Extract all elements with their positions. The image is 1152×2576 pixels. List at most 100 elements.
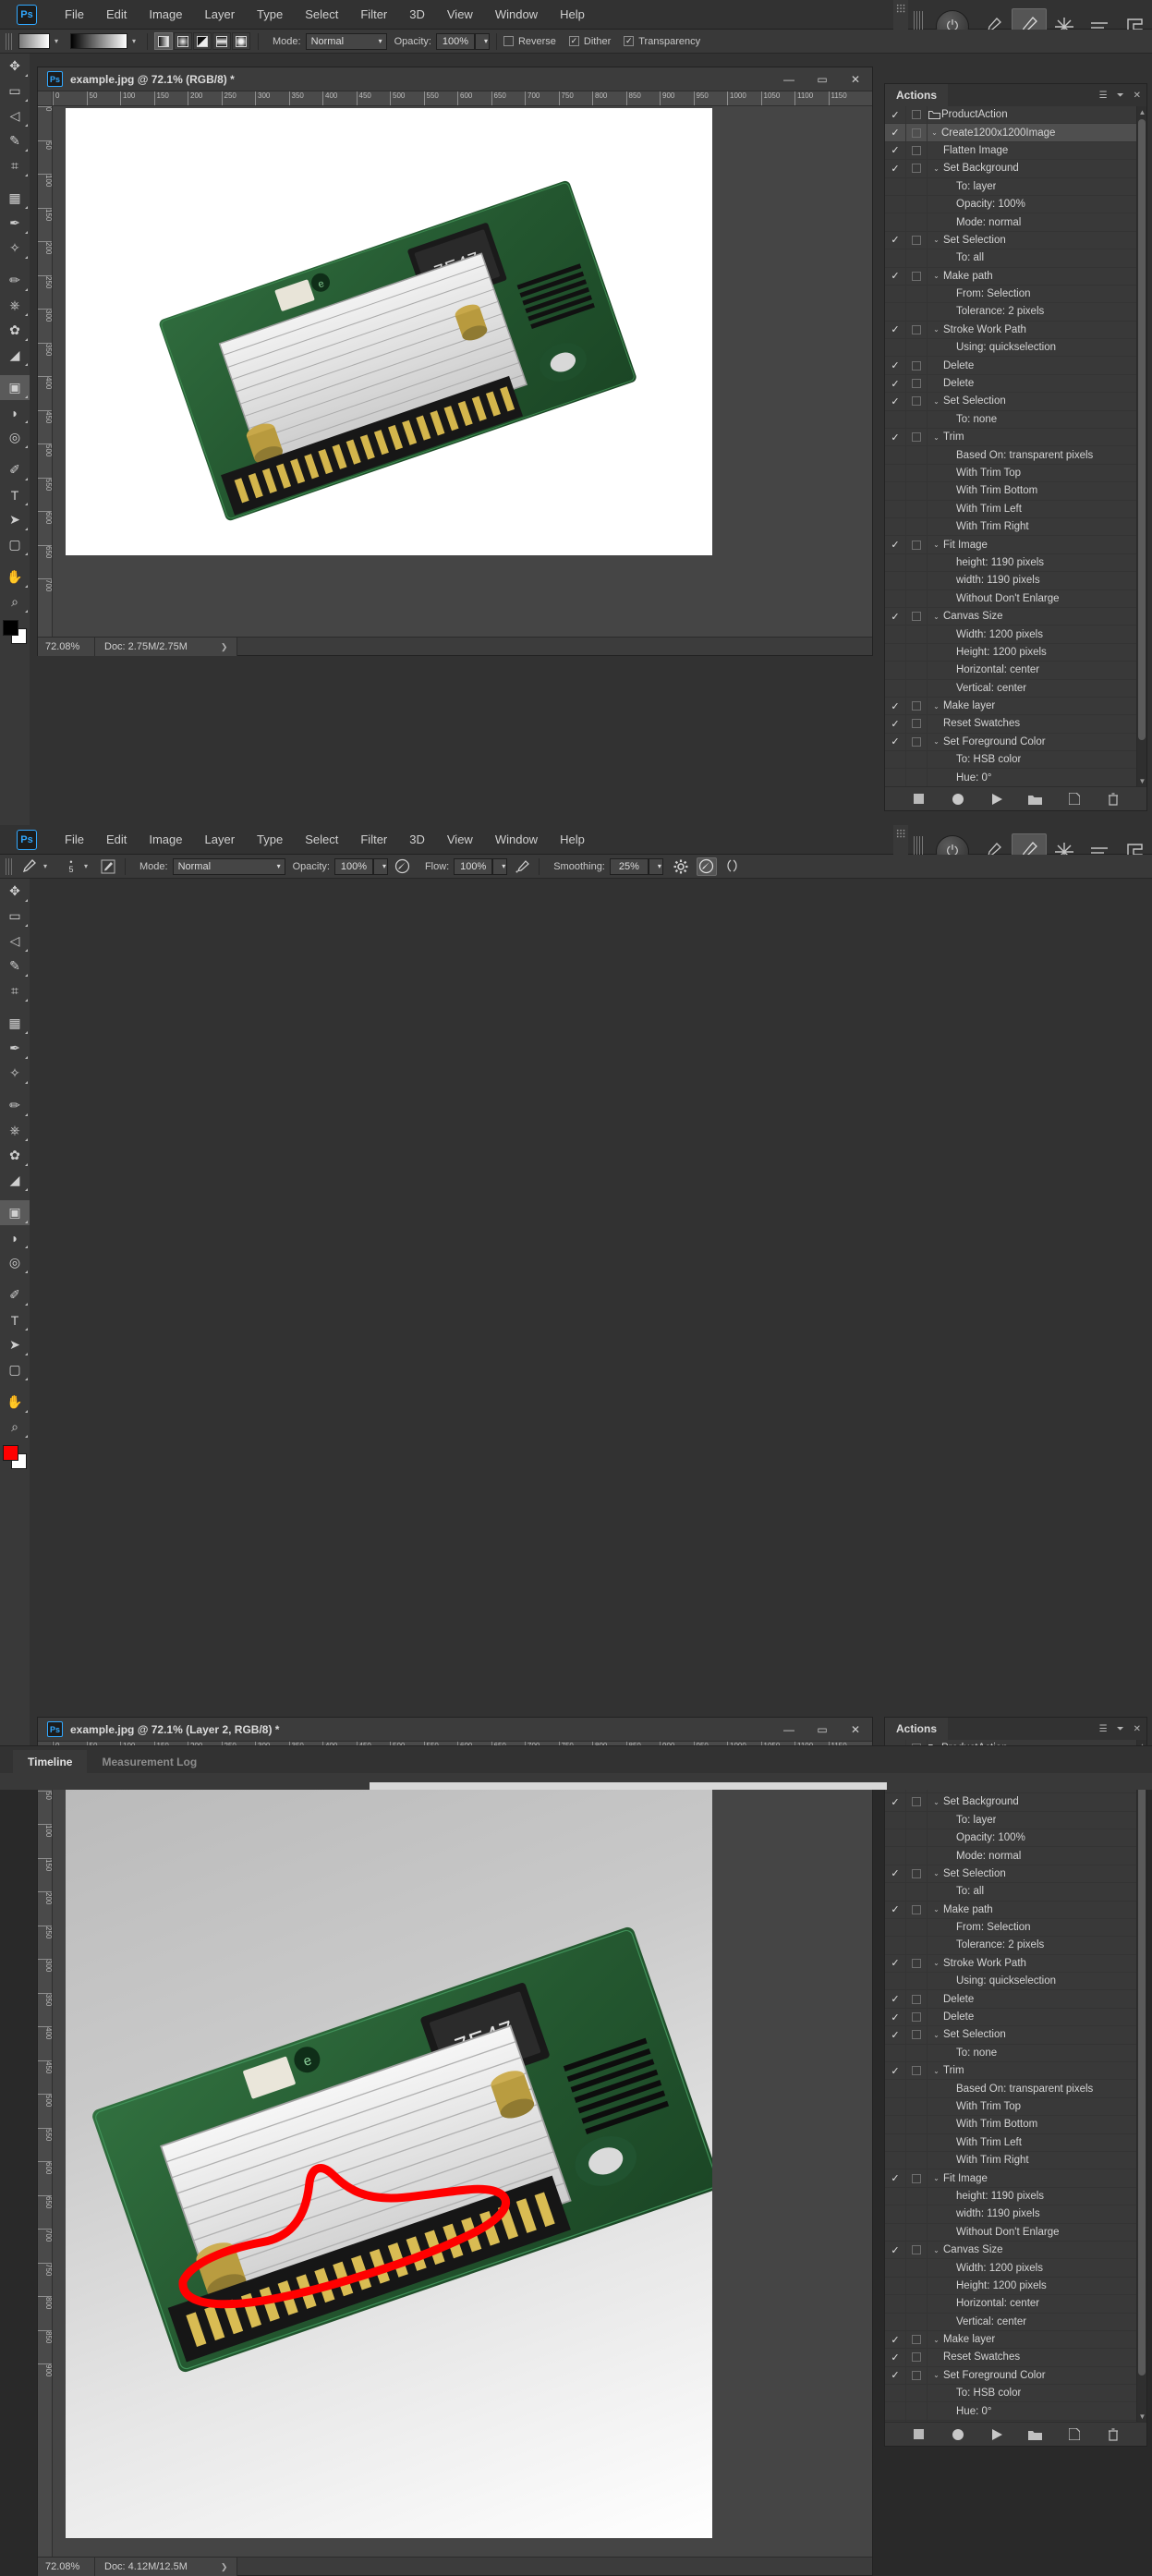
action-modal-toggle[interactable]: [906, 428, 928, 446]
eyedropper-tool[interactable]: ✒: [0, 1036, 30, 1061]
eraser-tool[interactable]: ◢: [0, 1168, 30, 1193]
action-enabled-checkbox[interactable]: [885, 2115, 906, 2134]
chevron-down-icon[interactable]: ⌄: [929, 2067, 943, 2075]
action-enabled-checkbox[interactable]: [885, 1846, 906, 1865]
history-brush-tool[interactable]: ✿: [0, 1143, 30, 1168]
tool-expand-corner-icon[interactable]: [25, 1081, 28, 1084]
move-tool[interactable]: ✥: [0, 879, 30, 904]
action-modal-toggle[interactable]: [906, 177, 928, 196]
action-modal-toggle[interactable]: [906, 768, 928, 786]
smoothing-dropdown[interactable]: ▾: [648, 857, 663, 875]
action-enabled-checkbox[interactable]: ✓: [885, 141, 906, 160]
action-enabled-checkbox[interactable]: [885, 1829, 906, 1847]
action-row[interactable]: Horizontal: center: [885, 661, 1146, 680]
play-button[interactable]: [989, 792, 1004, 807]
frame-tool[interactable]: ▦: [0, 1011, 30, 1036]
scroll-up-icon[interactable]: ▲: [1137, 106, 1147, 117]
clone-stamp-tool[interactable]: ⎈: [0, 293, 30, 318]
zoom-tool[interactable]: ⌕: [0, 1415, 30, 1440]
chevron-down-icon[interactable]: ⌄: [929, 1869, 943, 1877]
tab-timeline[interactable]: Timeline: [13, 1750, 88, 1774]
action-row[interactable]: ✓ ⌄ Set Background: [885, 1792, 1146, 1812]
action-row[interactable]: ✓ Delete: [885, 374, 1146, 394]
gradient-preset-swatch[interactable]: [18, 33, 50, 49]
action-row[interactable]: ✓ ⌄ Fit Image: [885, 2169, 1146, 2188]
chevron-down-icon[interactable]: ⌄: [928, 128, 941, 137]
actions-list-2[interactable]: ✓ProductAction✓⌄Create1200x1200Image✓Fla…: [885, 1740, 1146, 2422]
action-modal-toggle[interactable]: [906, 553, 928, 572]
action-row[interactable]: Tolerance: 2 pixels: [885, 1936, 1146, 1955]
delete-button[interactable]: [1106, 2427, 1121, 2442]
tool-expand-corner-icon[interactable]: [25, 313, 28, 316]
type-tool[interactable]: T: [0, 1307, 30, 1332]
action-enabled-checkbox[interactable]: [885, 661, 906, 679]
action-row[interactable]: ✓ ⌄ Make layer: [885, 697, 1146, 716]
tool-expand-corner-icon[interactable]: [25, 1410, 28, 1413]
action-modal-toggle[interactable]: [906, 1918, 928, 1937]
opacity-dropdown[interactable]: ▾: [474, 32, 490, 50]
action-row[interactable]: ✓ ⌄ Fit Image: [885, 535, 1146, 554]
action-row[interactable]: Hue: 0°: [885, 2401, 1146, 2421]
tool-expand-corner-icon[interactable]: [25, 899, 28, 902]
scrollbar-thumb-2[interactable]: [1138, 1753, 1146, 2376]
action-enabled-checkbox[interactable]: [885, 1936, 906, 1955]
action-enabled-checkbox[interactable]: ✓: [885, 2348, 906, 2367]
actions-list-1[interactable]: ✓ ProductAction ✓ ⌄ Create1200x1200Image ✓ Fla…: [885, 106, 1146, 786]
transparency-checkbox[interactable]: [624, 36, 635, 46]
blur-tool[interactable]: ◗: [0, 1225, 30, 1250]
action-modal-toggle[interactable]: [906, 1846, 928, 1865]
chevron-down-icon[interactable]: ⌄: [929, 1798, 943, 1806]
tool-expand-corner-icon[interactable]: [25, 420, 28, 423]
tool-expand-corner-icon[interactable]: [25, 949, 28, 952]
action-modal-toggle[interactable]: [906, 141, 928, 160]
gradient-editor-swatch[interactable]: [70, 33, 127, 49]
opacity-input[interactable]: 100%: [333, 857, 373, 875]
action-enabled-checkbox[interactable]: [885, 195, 906, 213]
clone-stamp-tool[interactable]: ⎈: [0, 1118, 30, 1143]
menu-edit[interactable]: Edit: [95, 0, 138, 30]
action-enabled-checkbox[interactable]: ✓: [885, 607, 906, 626]
action-row[interactable]: To: layer: [885, 1811, 1146, 1829]
action-modal-toggle[interactable]: [906, 213, 928, 232]
action-modal-toggle[interactable]: [906, 661, 928, 679]
action-modal-toggle[interactable]: [906, 1972, 928, 1990]
action-enabled-checkbox[interactable]: [885, 589, 906, 608]
tool-expand-corner-icon[interactable]: [25, 99, 28, 102]
menu-3d[interactable]: 3D: [398, 825, 436, 855]
dither-checkbox-wrap[interactable]: Dither: [568, 36, 611, 47]
canvas-area-2[interactable]: 7E47 e: [53, 1756, 872, 2557]
pen-tool[interactable]: ✐: [0, 457, 30, 482]
tool-expand-corner-icon[interactable]: [25, 1328, 28, 1331]
action-row[interactable]: Width: 1200 pixels: [885, 2258, 1146, 2278]
transparency-checkbox-wrap[interactable]: Transparency: [624, 36, 700, 47]
scroll-down-icon[interactable]: ▼: [1137, 775, 1147, 786]
opacity-dropdown[interactable]: ▾: [372, 857, 388, 875]
action-enabled-checkbox[interactable]: [885, 2401, 906, 2421]
action-row[interactable]: With Trim Bottom: [885, 2115, 1146, 2134]
action-modal-toggle[interactable]: [906, 374, 928, 393]
vertical-ruler-1[interactable]: 0 50 100 150 200 250 300 350 400 450 500 550 600 650 7…: [38, 106, 53, 637]
blur-tool[interactable]: ◗: [0, 400, 30, 425]
dodge-tool[interactable]: ◎: [0, 425, 30, 450]
action-enabled-checkbox[interactable]: [885, 2294, 906, 2313]
brush-settings-panel-icon[interactable]: [98, 857, 118, 876]
doc-size-info[interactable]: Doc: 4.12M/12.5M ❯: [95, 2557, 238, 2576]
crop-tool[interactable]: ⌗: [0, 153, 30, 178]
actions-scrollbar-1[interactable]: ▲ ▼: [1136, 106, 1146, 786]
tool-expand-corner-icon[interactable]: [25, 256, 28, 259]
tool-expand-corner-icon[interactable]: [25, 206, 28, 209]
action-modal-toggle[interactable]: [906, 2079, 928, 2098]
action-enabled-checkbox[interactable]: ✓: [885, 714, 906, 734]
flow-dropdown[interactable]: ▾: [492, 857, 508, 875]
action-enabled-checkbox[interactable]: [885, 410, 906, 429]
action-modal-toggle[interactable]: [906, 535, 928, 554]
action-modal-toggle[interactable]: [906, 2025, 928, 2045]
horizontal-ruler-1[interactable]: 0 50 100 150 200 250 300 350 400 450 500 550 600 650 7…: [53, 91, 872, 106]
action-row[interactable]: ✓ ⌄ Make layer: [885, 2330, 1146, 2350]
action-enabled-checkbox[interactable]: [885, 500, 906, 518]
action-modal-toggle[interactable]: [906, 2401, 928, 2421]
action-enabled-checkbox[interactable]: [885, 2044, 906, 2062]
action-row[interactable]: width: 1190 pixels: [885, 571, 1146, 590]
zoom-tool[interactable]: ⌕: [0, 589, 30, 614]
tool-expand-corner-icon[interactable]: [25, 124, 28, 127]
